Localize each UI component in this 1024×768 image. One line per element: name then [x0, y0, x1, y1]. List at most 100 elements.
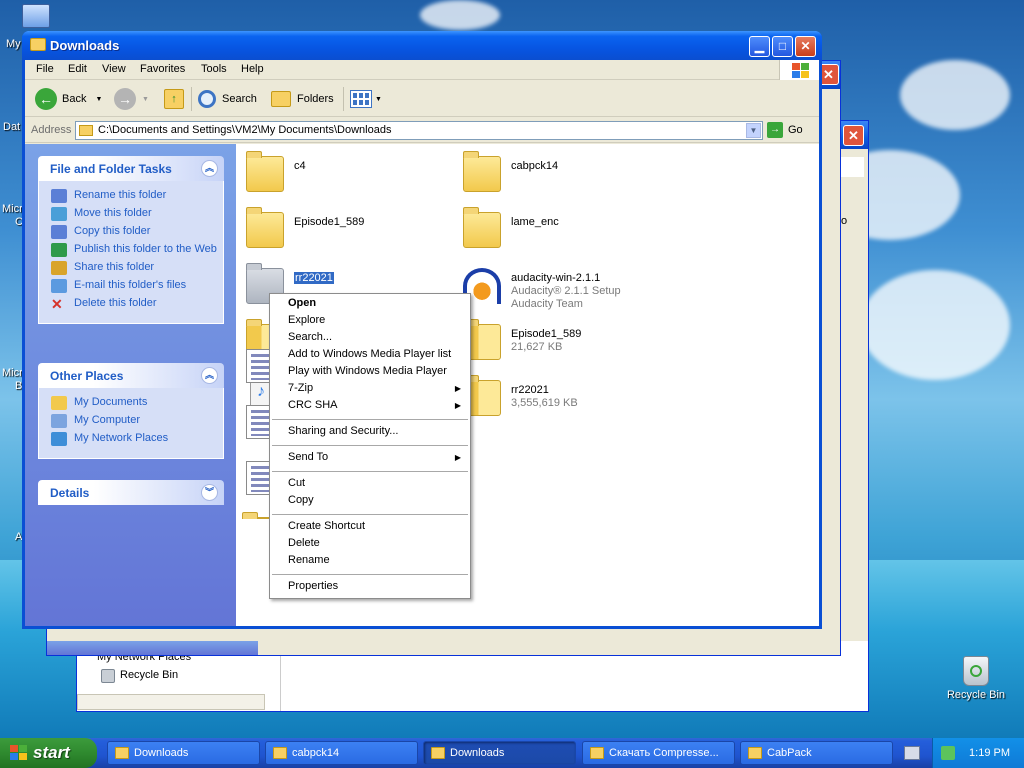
file-folder-tasks-panel: File and Folder Tasks ︽ Rename this fold… — [38, 156, 224, 324]
context-menu-item[interactable]: Sharing and Security... — [270, 423, 470, 440]
taskbar-button[interactable]: CabPack — [740, 741, 893, 765]
menu-edit[interactable]: Edit — [68, 63, 87, 75]
file-item[interactable]: rr22021 3,555,619 KB — [463, 375, 673, 424]
context-menu-item[interactable]: Add to Windows Media Player list — [270, 346, 470, 363]
task-link[interactable]: My Documents — [51, 396, 223, 410]
network-tray-icon[interactable] — [941, 746, 955, 760]
go-button[interactable]: → Go — [767, 122, 803, 138]
context-menu-item[interactable]: 7-Zip ▶ — [270, 380, 470, 397]
context-menu-item[interactable]: Send To ▶ — [270, 449, 470, 466]
context-menu-item[interactable]: Play with Windows Media Player — [270, 363, 470, 380]
panel-header[interactable]: Details ︾ — [38, 480, 224, 505]
task-link[interactable]: Rename this folder — [51, 189, 223, 203]
my-documents-icon — [51, 396, 67, 410]
context-menu-item[interactable]: Copy — [270, 492, 470, 509]
start-button[interactable]: start — [0, 738, 97, 768]
desktop-recycle-bin[interactable]: Recycle Bin — [940, 656, 1012, 701]
address-dropdown-button[interactable]: ▼ — [746, 123, 761, 138]
go-label: Go — [788, 124, 803, 136]
file-item[interactable]: Episode1_589 — [246, 207, 456, 256]
address-input[interactable]: C:\Documents and Settings\VM2\My Documen… — [75, 121, 763, 140]
chevron-down-icon: ▼ — [375, 95, 382, 103]
panel-header[interactable]: Other Places ︽ — [38, 363, 224, 388]
context-menu-item[interactable]: Search... — [270, 329, 470, 346]
search-label: Search — [222, 93, 257, 105]
menu-help[interactable]: Help — [241, 63, 264, 75]
folder-icon — [246, 207, 284, 248]
context-menu-item[interactable]: Cut — [270, 475, 470, 492]
keyboard-icon[interactable] — [904, 746, 920, 760]
folder-icon — [463, 207, 501, 248]
file-detail: 21,627 KB — [511, 341, 563, 353]
taskbar-button[interactable]: Downloads — [107, 741, 260, 765]
desktop-cloud — [900, 60, 1010, 130]
maximize-button[interactable]: □ — [772, 36, 793, 57]
file-item[interactable]: cabpck14 — [463, 151, 673, 200]
minimize-button[interactable]: ▁ — [749, 36, 770, 57]
collapse-chevron-icon[interactable]: ︽ — [201, 160, 218, 177]
address-bar: Address C:\Documents and Settings\VM2\My… — [25, 118, 819, 143]
context-menu-item[interactable]: Rename — [270, 552, 470, 569]
file-item[interactable]: lame_enc — [463, 207, 673, 256]
task-link[interactable]: Copy this folder — [51, 225, 223, 239]
context-menu-item[interactable]: Open — [270, 295, 470, 312]
task-link[interactable]: ✕ Delete this folder — [51, 297, 223, 311]
system-tray: 1:19 PM — [932, 738, 1024, 768]
bg-horizontal-scrollbar[interactable] — [77, 694, 265, 710]
views-button[interactable]: ▼ — [350, 87, 382, 111]
folders-icon — [271, 91, 291, 107]
compressed-folder-icon[interactable] — [242, 512, 272, 519]
file-item[interactable]: audacity-win-2.1.1 Audacity® 2.1.1 Setup A… — [463, 268, 673, 312]
desktop-label[interactable]: My — [6, 38, 21, 50]
up-button[interactable]: ↑ — [164, 87, 184, 111]
window-titlebar[interactable]: Downloads ▁ □ ✕ — [22, 31, 822, 60]
menu-tools[interactable]: Tools — [201, 63, 227, 75]
context-menu-item[interactable]: Create Shortcut — [270, 518, 470, 535]
close-button[interactable]: ✕ — [795, 36, 816, 57]
chevron-down-icon: ▼ — [142, 95, 149, 103]
task-link-label: E-mail this folder's files — [74, 279, 187, 291]
expand-chevron-icon[interactable]: ︾ — [201, 484, 218, 501]
taskbar-button[interactable]: Downloads — [423, 741, 576, 765]
folders-button[interactable]: Folders — [271, 87, 334, 111]
search-button[interactable]: Search — [198, 87, 257, 111]
context-menu-item[interactable]: Delete — [270, 535, 470, 552]
menu-view[interactable]: View — [102, 63, 126, 75]
taskbar-button[interactable]: Скачать Compresse... — [582, 741, 735, 765]
desktop-label[interactable]: Dat — [3, 121, 20, 133]
desktop-my-computer-icon[interactable] — [22, 4, 50, 28]
collapse-chevron-icon[interactable]: ︽ — [201, 367, 218, 384]
file-item[interactable]: Episode1_589 21,627 KB — [463, 319, 673, 368]
context-menu-item[interactable]: Properties — [270, 578, 470, 595]
task-link-label: Rename this folder — [74, 189, 167, 201]
toolbar-separator — [191, 87, 192, 111]
file-item[interactable]: c4 — [246, 151, 456, 200]
panel-header[interactable]: File and Folder Tasks ︽ — [38, 156, 224, 181]
address-label: Address — [31, 124, 72, 136]
folder-icon — [79, 125, 93, 136]
task-link[interactable]: Publish this folder to the Web — [51, 243, 223, 257]
bg-sidebar-item[interactable]: Recycle Bin — [120, 669, 178, 681]
forward-button[interactable]: → ▼ — [114, 87, 149, 111]
taskbar-button-label: Скачать Compresse... — [609, 747, 719, 759]
context-menu-item[interactable]: CRC SHA ▶ — [270, 397, 470, 414]
task-link[interactable]: My Computer — [51, 414, 223, 428]
windows-logo-icon — [779, 60, 819, 80]
task-link[interactable]: Move this folder — [51, 207, 223, 221]
desktop-cloud — [420, 0, 500, 30]
taskbar-button[interactable]: cabpck14 — [265, 741, 418, 765]
clock[interactable]: 1:19 PM — [969, 747, 1010, 759]
task-link[interactable]: My Network Places — [51, 432, 223, 446]
task-link[interactable]: Share this folder — [51, 261, 223, 275]
menu-file[interactable]: File — [36, 63, 54, 75]
menu-favorites[interactable]: Favorites — [140, 63, 185, 75]
close-icon[interactable]: ✕ — [843, 125, 864, 146]
back-button[interactable]: ← Back ▼ — [35, 87, 102, 111]
folder-icon — [431, 747, 445, 759]
task-link[interactable]: E-mail this folder's files — [51, 279, 223, 293]
back-label: Back — [62, 93, 87, 105]
context-menu-item[interactable]: Explore — [270, 312, 470, 329]
context-menu-label: Play with Windows Media Player — [288, 365, 447, 377]
go-arrow-icon: → — [767, 122, 783, 138]
task-pane: File and Folder Tasks ︽ Rename this fold… — [25, 144, 236, 626]
